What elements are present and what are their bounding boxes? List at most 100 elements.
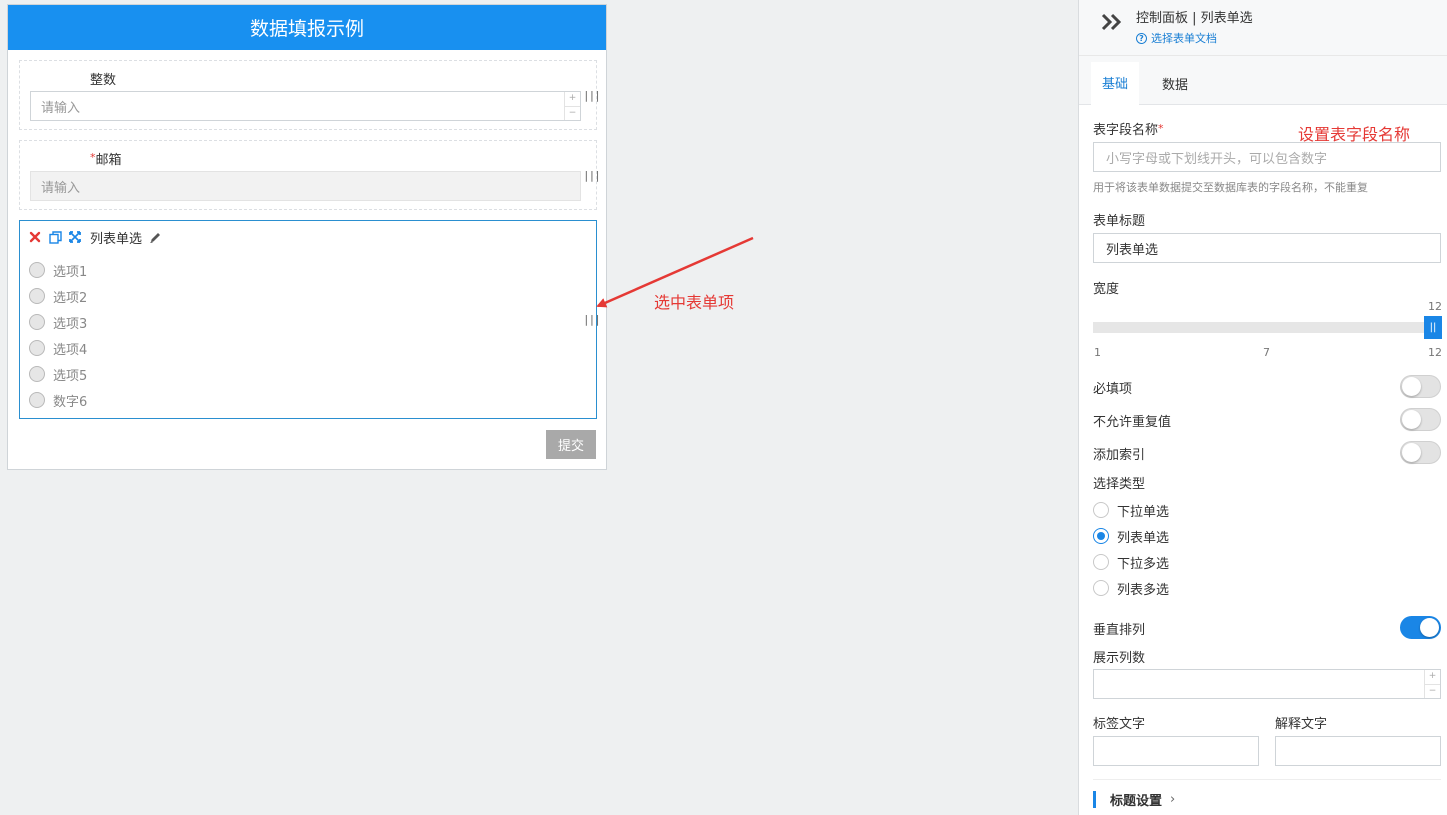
radio-option-label: 选项5: [53, 368, 88, 384]
select-type-option-label: 下拉多选: [1117, 556, 1170, 572]
form-header: 数据填报示例: [8, 5, 606, 50]
integer-input[interactable]: 请输入 + −: [30, 91, 581, 121]
panel-title: 控制面板 | 列表单选: [1136, 11, 1253, 26]
integer-stepper[interactable]: + −: [564, 92, 580, 120]
edit-pencil-icon[interactable]: [148, 230, 162, 244]
radio-option-label: 数字6: [53, 394, 88, 410]
copy-icon[interactable]: [48, 230, 62, 244]
annotation-select-item: 选中表单项: [654, 293, 735, 312]
radio-button-icon[interactable]: [29, 314, 45, 330]
select-type-option-label: 列表单选: [1117, 530, 1170, 546]
radio-option-label: 选项4: [53, 342, 88, 358]
radio-option-label: 选项3: [53, 316, 88, 332]
radio-button-checked-icon[interactable]: [1093, 528, 1109, 544]
radio-button-icon[interactable]: [1093, 502, 1109, 518]
required-toggle-label: 必填项: [1093, 382, 1133, 397]
submit-button[interactable]: 提交: [546, 430, 596, 459]
section-divider: [1093, 779, 1441, 780]
radio-button-icon[interactable]: [29, 288, 45, 304]
resize-handle-icon[interactable]: |||: [583, 89, 601, 102]
tab-basic[interactable]: 基础: [1091, 62, 1139, 105]
email-input-placeholder: 请输入: [41, 180, 81, 196]
radio-option[interactable]: 数字6: [29, 387, 87, 413]
select-type-option-label: 列表多选: [1117, 582, 1170, 598]
radio-button-icon[interactable]: [1093, 554, 1109, 570]
field-name-help: 用于将该表单数据提交至数据库表的字段名称，不能重复: [1093, 181, 1368, 194]
collapse-panel-icon[interactable]: [1101, 12, 1123, 32]
width-mid-tick: 7: [1263, 346, 1270, 359]
vertical-toggle[interactable]: [1400, 616, 1441, 639]
tabs-bar: 基础 数据: [1079, 56, 1447, 105]
select-type-option[interactable]: 下拉多选: [1093, 552, 1169, 572]
integer-field-block[interactable]: 整数 请输入 + − |||: [19, 60, 601, 130]
stepper-up-icon[interactable]: +: [1425, 670, 1440, 684]
field-toolbar: 列表单选: [28, 228, 168, 247]
field-title: 列表单选: [90, 231, 143, 247]
doc-link-text[interactable]: 选择表单文档: [1151, 30, 1217, 46]
select-type-option[interactable]: 下拉单选: [1093, 500, 1169, 520]
index-toggle[interactable]: [1400, 441, 1441, 464]
radio-option[interactable]: 选项1: [29, 257, 87, 283]
columns-input[interactable]: + −: [1093, 669, 1441, 699]
title-settings-label: 标题设置: [1110, 794, 1163, 809]
panel-header: 控制面板 | 列表单选 ? 选择表单文档: [1079, 0, 1447, 56]
unique-toggle[interactable]: [1400, 408, 1441, 431]
tag-text-input[interactable]: [1093, 736, 1259, 766]
select-type-option-label: 下拉单选: [1117, 504, 1170, 520]
list-single-field-block[interactable]: 列表单选 选项1 选项2 选项3 选项4 选项5 数字6 |||: [19, 220, 601, 419]
radio-option[interactable]: 选项5: [29, 361, 87, 387]
radio-option[interactable]: 选项3: [29, 309, 87, 335]
radio-button-icon[interactable]: [29, 392, 45, 408]
control-panel: 控制面板 | 列表单选 ? 选择表单文档 基础 数据 表字段名称* 设置表字段名称…: [1078, 0, 1447, 815]
tag-text-label: 标签文字: [1093, 717, 1146, 732]
required-mark: *: [90, 151, 96, 164]
width-max-tick: 12: [1428, 346, 1442, 359]
field-name-placeholder: 小写字母或下划线开头，可以包含数字: [1106, 151, 1328, 167]
email-field-label: *邮箱: [90, 149, 122, 168]
radio-option[interactable]: 选项4: [29, 335, 87, 361]
radio-button-icon[interactable]: [29, 340, 45, 356]
unique-toggle-label: 不允许重复值: [1093, 415, 1172, 430]
columns-stepper[interactable]: + −: [1424, 670, 1440, 698]
field-name-label: 表字段名称*: [1093, 119, 1164, 138]
form-title-label: 表单标题: [1093, 214, 1146, 229]
width-slider-track[interactable]: [1093, 322, 1433, 333]
width-current-value: 12: [1428, 300, 1442, 313]
email-field-block[interactable]: *邮箱 请输入 |||: [19, 140, 601, 210]
doc-link[interactable]: ? 选择表单文档: [1136, 30, 1217, 46]
expand-icon[interactable]: [68, 230, 82, 244]
radio-option-label: 选项1: [53, 264, 88, 280]
width-slider-handle[interactable]: ||: [1424, 316, 1442, 339]
stepper-up-icon[interactable]: +: [565, 92, 580, 106]
email-input[interactable]: 请输入: [30, 171, 581, 201]
width-label: 宽度: [1093, 282, 1120, 297]
explain-text-input[interactable]: [1275, 736, 1441, 766]
select-type-option[interactable]: 列表多选: [1093, 578, 1169, 598]
resize-handle-icon[interactable]: |||: [583, 169, 601, 182]
delete-icon[interactable]: [28, 230, 42, 244]
integer-field-label: 整数: [90, 73, 117, 88]
resize-handle-icon[interactable]: |||: [583, 313, 601, 326]
list-single-options: 选项1 选项2 选项3 选项4 选项5 数字6: [29, 257, 87, 413]
required-toggle[interactable]: [1400, 375, 1441, 398]
field-name-input[interactable]: 小写字母或下划线开头，可以包含数字: [1093, 142, 1441, 172]
radio-button-icon[interactable]: [29, 366, 45, 382]
width-min-tick: 1: [1094, 346, 1101, 359]
chevron-right-icon: ›: [1170, 792, 1176, 807]
radio-button-icon[interactable]: [29, 262, 45, 278]
radio-button-icon[interactable]: [1093, 580, 1109, 596]
field-name-label-text: 表字段名称: [1093, 123, 1159, 138]
required-mark: *: [1158, 122, 1164, 135]
select-type-option[interactable]: 列表单选: [1093, 526, 1169, 546]
stepper-down-icon[interactable]: −: [1425, 683, 1440, 699]
stepper-down-icon[interactable]: −: [565, 105, 580, 121]
form-title-input[interactable]: 列表单选: [1093, 233, 1441, 263]
tab-data[interactable]: 数据: [1151, 62, 1199, 105]
radio-option[interactable]: 选项2: [29, 283, 87, 309]
integer-input-placeholder: 请输入: [41, 100, 81, 116]
columns-label: 展示列数: [1093, 651, 1146, 666]
email-label-text: 邮箱: [95, 153, 122, 168]
select-type-label: 选择类型: [1093, 477, 1146, 492]
explain-text-label: 解释文字: [1275, 717, 1328, 732]
title-settings-section[interactable]: 标题设置 ›: [1093, 791, 1176, 809]
